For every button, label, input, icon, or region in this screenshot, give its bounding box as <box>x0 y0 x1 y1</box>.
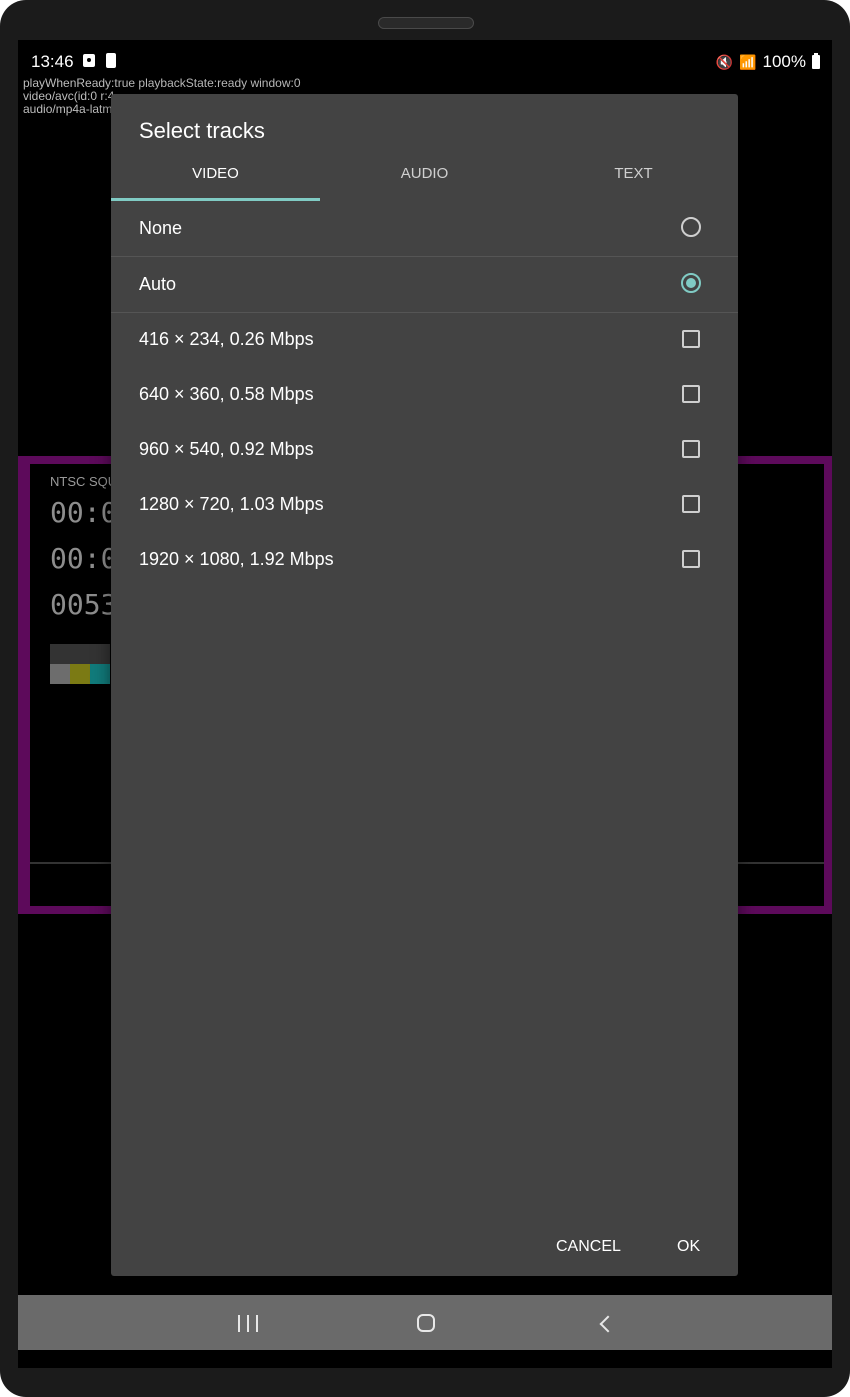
ok-button[interactable]: OK <box>677 1238 700 1256</box>
track-option-1920x1080[interactable]: 1920 × 1080, 1.92 Mbps <box>111 532 738 587</box>
tablet-device: 13:46 🔇 📶 100% playWhenReady:true playba… <box>0 0 850 1397</box>
cancel-button[interactable]: CANCEL <box>556 1238 621 1256</box>
screen: 13:46 🔇 📶 100% playWhenReady:true playba… <box>18 40 832 1368</box>
status-time: 13:46 <box>31 52 74 71</box>
checkbox-icon[interactable] <box>682 385 700 403</box>
mute-icon: 🔇 <box>715 53 734 70</box>
video-label: NTSC SQU <box>50 474 118 489</box>
track-option-label: 960 × 540, 0.92 Mbps <box>139 439 314 459</box>
track-option-label: Auto <box>139 274 177 294</box>
video-timecode: 0053 <box>50 588 118 621</box>
video-timecode: 00:0 <box>50 496 118 529</box>
radio-unselected-icon[interactable] <box>681 217 701 237</box>
status-right: 🔇 📶 100% <box>716 52 820 72</box>
select-tracks-dialog: Select tracks VIDEO AUDIO TEXT None Auto… <box>111 94 738 1276</box>
checkbox-icon[interactable] <box>682 330 700 348</box>
track-type-tabs: VIDEO AUDIO TEXT <box>111 158 738 201</box>
tab-text[interactable]: TEXT <box>529 158 738 201</box>
radio-selected-icon[interactable] <box>681 273 701 293</box>
track-option-960x540[interactable]: 960 × 540, 0.92 Mbps <box>111 422 738 477</box>
track-option-640x360[interactable]: 640 × 360, 0.58 Mbps <box>111 367 738 422</box>
track-option-label: 416 × 234, 0.26 Mbps <box>139 329 314 349</box>
track-option-auto[interactable]: Auto <box>111 257 738 313</box>
battery-percent: 100% <box>762 52 806 71</box>
battery-icon <box>812 53 820 69</box>
checkbox-icon[interactable] <box>682 440 700 458</box>
dialog-title: Select tracks <box>139 118 265 143</box>
track-option-none[interactable]: None <box>111 201 738 257</box>
home-icon[interactable] <box>417 1314 435 1332</box>
tab-video[interactable]: VIDEO <box>111 158 320 201</box>
video-timecode: 00:0 <box>50 542 118 575</box>
track-option-label: None <box>139 218 183 238</box>
color-bars <box>50 644 110 684</box>
battery-saver-icon <box>106 53 116 68</box>
recents-icon[interactable] <box>238 1315 258 1332</box>
screenshot-icon <box>83 54 95 67</box>
navigation-bar <box>18 1295 832 1350</box>
tab-audio[interactable]: AUDIO <box>320 158 529 201</box>
track-option-label: 1920 × 1080, 1.92 Mbps <box>139 549 334 569</box>
wifi-icon: 📶 <box>739 53 757 70</box>
track-option-1280x720[interactable]: 1280 × 720, 1.03 Mbps <box>111 477 738 532</box>
back-icon[interactable] <box>599 1315 617 1333</box>
device-speaker <box>378 17 474 29</box>
checkbox-icon[interactable] <box>682 495 700 513</box>
track-option-label: 1280 × 720, 1.03 Mbps <box>139 494 324 514</box>
track-option-416x234[interactable]: 416 × 234, 0.26 Mbps <box>111 312 738 367</box>
checkbox-icon[interactable] <box>682 550 700 568</box>
track-option-label: 640 × 360, 0.58 Mbps <box>139 384 314 404</box>
